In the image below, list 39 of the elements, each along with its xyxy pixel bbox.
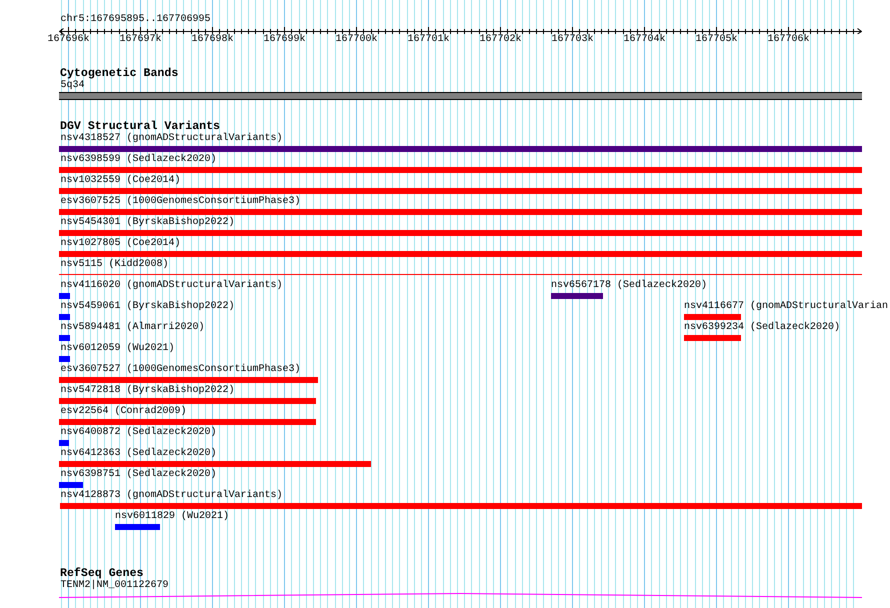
variant-label: nsv6412363 (Sedlazeck2020) bbox=[60, 448, 217, 460]
variant-label: esv3607525 (1000GenomesConsortiumPhase3) bbox=[60, 196, 301, 208]
variant-label: nsv6398599 (Sedlazeck2020) bbox=[60, 154, 217, 166]
variant-label: nsv6400872 (Sedlazeck2020) bbox=[60, 427, 217, 439]
variant-label: nsv6567178 (Sedlazeck2020) bbox=[551, 280, 708, 292]
tick-label: 167697k bbox=[120, 34, 162, 46]
variant-label: nsv5894481 (Almarri2020) bbox=[60, 322, 205, 334]
variant-label: nsv4116677 (gnomADStructuralVarian bbox=[684, 301, 888, 313]
tick-label: 167704k bbox=[624, 34, 666, 46]
variant-label: nsv5115 (Kidd2008) bbox=[60, 259, 169, 271]
variant-label: nsv5454301 (ByrskaBishop2022) bbox=[60, 217, 235, 229]
variant-label: nsv6011829 (Wu2021) bbox=[115, 511, 230, 523]
variant-label: nsv4318527 (gnomADStructuralVariants) bbox=[60, 133, 283, 145]
variant-label: nsv5472818 (ByrskaBishop2022) bbox=[60, 385, 235, 397]
gene-label: TENM2|NM_001122679 bbox=[60, 580, 169, 592]
tick-label: 167696k bbox=[48, 34, 90, 46]
tick-label: 167700k bbox=[336, 34, 378, 46]
variant-label: nsv5459061 (ByrskaBishop2022) bbox=[60, 301, 235, 313]
track-title: Cytogenetic Bands bbox=[60, 67, 178, 80]
variant-label: nsv6399234 (Sedlazeck2020) bbox=[684, 322, 840, 334]
variant-label: esv3607527 (1000GenomesConsortiumPhase3) bbox=[60, 364, 301, 376]
variant-label: nsv1032559 (Coe2014) bbox=[60, 175, 181, 187]
tick-label: 167705k bbox=[696, 34, 738, 46]
tick-label: 167701k bbox=[408, 34, 450, 46]
variant-label: nsv6398751 (Sedlazeck2020) bbox=[60, 469, 217, 481]
track-title: DGV Structural Variants bbox=[60, 120, 220, 133]
tick-label: 167706k bbox=[768, 34, 810, 46]
tick-label: 167699k bbox=[264, 34, 306, 46]
tick-label: 167702k bbox=[480, 34, 522, 46]
variant-label: nsv6012059 (Wu2021) bbox=[60, 343, 175, 355]
region-label: chr5:167695895..167706995 bbox=[60, 14, 211, 26]
variant-label: nsv4128873 (gnomADStructuralVariants) bbox=[60, 490, 283, 502]
band-label: 5q34 bbox=[60, 80, 85, 92]
variant-label: nsv1027805 (Coe2014) bbox=[60, 238, 181, 250]
tick-label: 167703k bbox=[552, 34, 594, 46]
tick-label: 167698k bbox=[192, 34, 234, 46]
track-title: RefSeq Genes bbox=[60, 567, 144, 580]
variant-label: nsv4116020 (gnomADStructuralVariants) bbox=[60, 280, 283, 292]
variant-label: esv22564 (Conrad2009) bbox=[60, 406, 187, 418]
